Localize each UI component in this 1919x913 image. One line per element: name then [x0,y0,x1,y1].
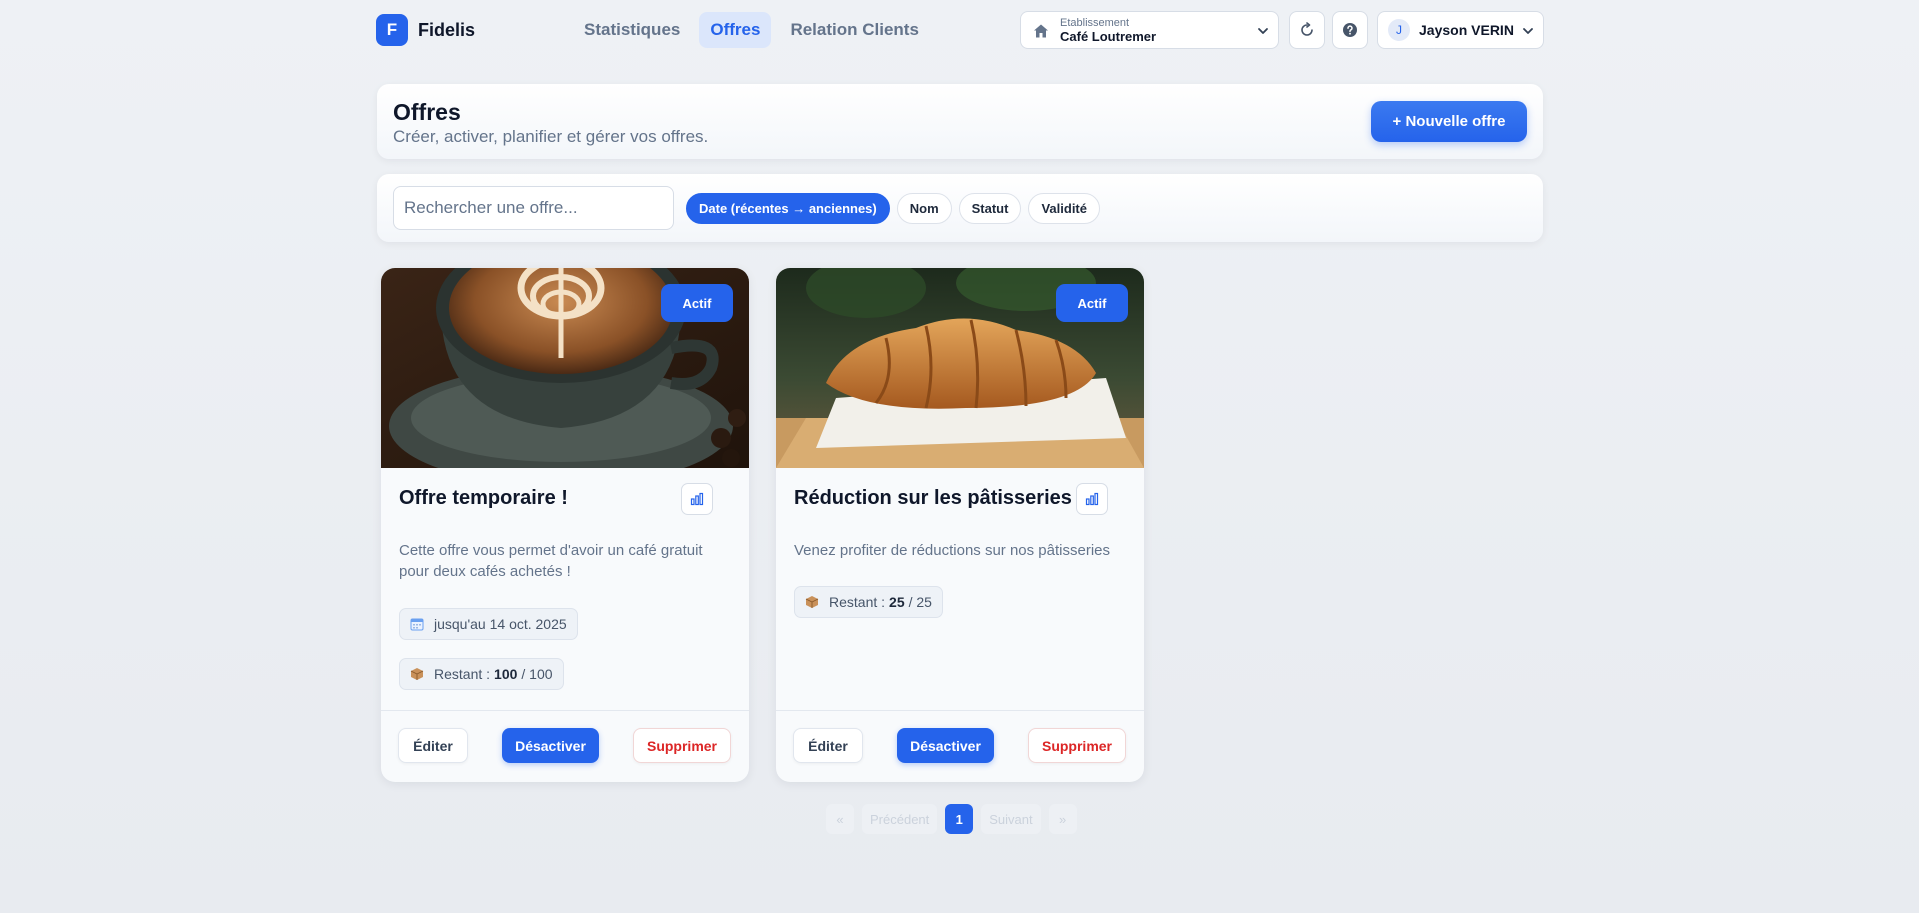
remaining-count: 100 [494,666,518,682]
package-icon [805,596,819,608]
user-name: Jayson VERIN [1419,22,1514,38]
status-badge: Actif [1056,284,1128,322]
offer-stats-button[interactable] [681,483,713,515]
refresh-button[interactable] [1289,11,1325,49]
bar-chart-icon [1085,492,1099,506]
offer-stats-button[interactable] [1076,483,1108,515]
help-button[interactable] [1332,11,1368,49]
pagination: « Précédent 1 Suivant » [826,804,1077,834]
remaining-total: / 25 [908,594,932,610]
page-subtitle: Créer, activer, planifier et gérer vos o… [393,127,709,146]
offer-title: Réduction sur les pâtisseries [794,487,1072,509]
deactivate-button[interactable]: Désactiver [897,728,994,763]
sort-chip-validity[interactable]: Validité [1028,193,1100,224]
edit-button[interactable]: Éditer [398,728,468,763]
brand-logo: F [376,14,408,46]
page-header: Offres Créer, activer, planifier et gére… [377,84,1543,159]
help-icon [1343,23,1357,37]
remaining-total: / 100 [521,666,553,682]
pagination-last[interactable]: » [1048,804,1077,834]
search-input[interactable] [393,186,674,230]
page-title: Offres [393,99,461,125]
offer-image-coffee: Actif [381,268,749,468]
avatar: J [1388,19,1410,41]
delete-button[interactable]: Supprimer [633,728,731,763]
offer-description: Venez profiter de réductions sur nos pât… [794,542,1111,559]
refresh-icon [1301,22,1313,36]
sort-chips: Date (récentes → anciennes) Nom Statut V… [686,193,1100,224]
brand[interactable]: F Fidelis [376,14,475,46]
top-navbar: F Fidelis Statistiques Offres Relation C… [0,0,1919,60]
pagination-prev[interactable]: Précédent [862,804,938,834]
chevron-down-icon [1258,28,1268,34]
status-badge: Actif [661,284,733,322]
deactivate-button[interactable]: Désactiver [502,728,599,763]
establishment-value: Café Loutremer [1060,29,1157,44]
offer-image-croissant: Actif [776,268,1144,468]
pagination-next[interactable]: Suivant [981,804,1041,834]
offer-description: Cette offre vous permet d'avoir un café … [399,542,703,580]
offer-card: Actif Réduction sur les pâtisseries Vene… [776,268,1144,782]
offer-title: Offre temporaire ! [399,487,568,509]
pagination-page-1[interactable]: 1 [945,804,974,834]
remaining-label: Restant : [434,666,491,682]
nav-item-relation-clients[interactable]: Relation Clients [779,12,929,48]
bar-chart-icon [690,492,704,506]
nav-item-statistiques[interactable]: Statistiques [573,12,691,48]
edit-button[interactable]: Éditer [793,728,863,763]
calendar-icon [410,618,424,631]
sort-chip-status[interactable]: Statut [958,193,1022,224]
package-icon [410,668,424,680]
validity-pill: jusqu'au 14 oct. 2025 [399,608,578,640]
delete-button[interactable]: Supprimer [1028,728,1126,763]
remaining-pill: Restant : 100 / 100 [399,658,564,690]
main-nav: Statistiques Offres Relation Clients [573,12,930,48]
sort-chip-name[interactable]: Nom [896,193,952,224]
home-icon [1034,24,1048,38]
remaining-label: Restant : [829,594,886,610]
nav-item-offres[interactable]: Offres [699,12,772,48]
user-menu[interactable]: J Jayson VERIN [1377,11,1544,49]
filter-bar: Date (récentes → anciennes) Nom Statut V… [377,174,1543,242]
card-divider [381,710,749,711]
remaining-pill: Restant : 25 / 25 [794,586,943,618]
establishment-label: Etablissement [1060,17,1130,29]
offer-card: Actif Offre temporaire ! Cette offre vou… [381,268,749,782]
establishment-select[interactable]: Etablissement Café Loutremer [1020,11,1279,49]
pagination-first[interactable]: « [826,804,854,834]
remaining-count: 25 [889,594,905,610]
sort-chip-date[interactable]: Date (récentes → anciennes) [686,193,890,224]
chevron-down-icon [1523,28,1533,34]
card-divider [776,710,1144,711]
new-offer-button[interactable]: + Nouvelle offre [1371,101,1527,142]
validity-text: jusqu'au 14 oct. 2025 [434,616,567,632]
brand-name: Fidelis [418,19,476,40]
